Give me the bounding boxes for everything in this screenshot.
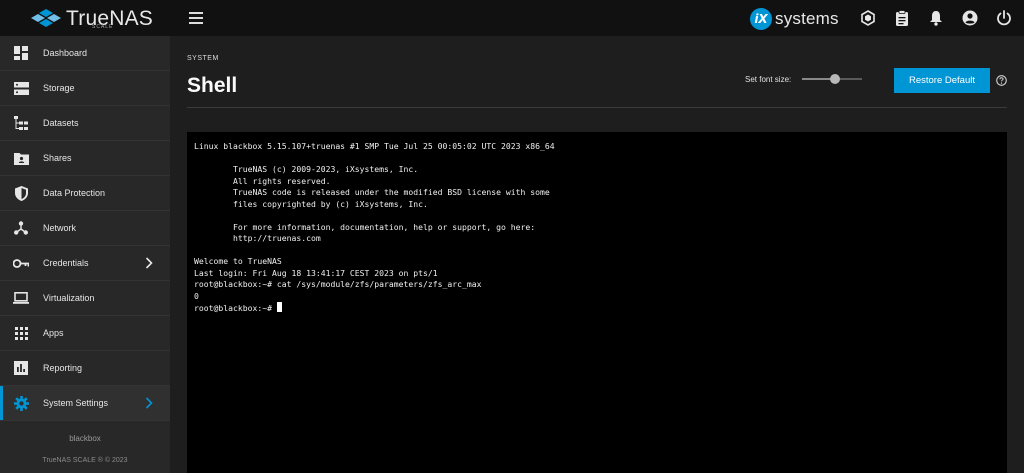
brand-sub: SCALE: [92, 24, 114, 30]
sidebar-item-network[interactable]: Network: [0, 211, 170, 246]
sidebar-item-label: Apps: [43, 328, 64, 338]
sidebar-item-label: Network: [43, 223, 77, 233]
menu-toggle-icon[interactable]: [189, 12, 203, 24]
power-icon[interactable]: [995, 10, 1012, 27]
terminal-line: Welcome to TrueNAS: [194, 256, 282, 266]
sidebar-item-reporting[interactable]: Reporting: [0, 351, 170, 386]
restore-default-button[interactable]: Restore Default: [894, 68, 990, 93]
help-icon[interactable]: [996, 75, 1007, 86]
jobs-clipboard-icon[interactable]: [893, 9, 910, 27]
terminal-line: For more information, documentation, hel…: [194, 221, 536, 232]
terminal[interactable]: Linux blackbox 5.15.107+truenas #1 SMP T…: [187, 132, 1007, 473]
ixsystems-logo[interactable]: iX systems: [750, 8, 839, 30]
truenas-logo-icon: [31, 9, 61, 27]
terminal-line: 0: [194, 290, 199, 301]
chevron-right-icon: [145, 397, 153, 409]
sidebar-item-label: Reporting: [43, 363, 83, 373]
sidebar-item-label: Data Protection: [43, 188, 106, 198]
apps-grid-icon: [13, 325, 29, 341]
laptop-icon: [13, 290, 29, 306]
ix-badge: iX: [750, 8, 772, 30]
sidebar-item-storage[interactable]: Storage: [0, 71, 170, 106]
dashboard-icon: [13, 45, 29, 61]
header-divider: [187, 107, 1007, 108]
terminal-line: Last login: Fri Aug 18 13:41:17 CEST 202…: [194, 267, 438, 278]
terminal-line: Linux blackbox 5.15.107+truenas #1 SMP T…: [194, 141, 555, 151]
account-circle-icon[interactable]: [961, 10, 978, 27]
sidebar-item-label: Virtualization: [43, 293, 95, 303]
sidebar-item-label: Dashboard: [43, 48, 88, 58]
sidebar-item-label: Shares: [43, 153, 72, 163]
shares-folder-icon: [13, 150, 29, 166]
terminal-line: TrueNAS (c) 2009-2023, iXsystems, Inc.: [194, 164, 419, 174]
sidebar-item-data-protection[interactable]: Data Protection: [0, 176, 170, 211]
font-size-slider[interactable]: [802, 74, 862, 84]
sidebar-item-label: System Settings: [43, 398, 109, 408]
font-size-label: Set font size:: [745, 75, 792, 84]
storage-icon: [13, 80, 29, 96]
sidebar-item-datasets[interactable]: Datasets: [0, 106, 170, 141]
sidebar-item-virtualization[interactable]: Virtualization: [0, 281, 170, 316]
terminal-prompt-line: root@blackbox:~#: [194, 302, 1000, 314]
sidebar-item-label: Storage: [43, 83, 75, 93]
terminal-prompt: root@blackbox:~#: [194, 303, 277, 313]
sidebar-item-label: Credentials: [43, 258, 89, 268]
sidebar-item-label: Datasets: [43, 118, 79, 128]
shield-icon: [13, 185, 29, 201]
terminal-line: files copyrighted by (c) iXsystems, Inc.: [194, 198, 428, 209]
terminal-output: Linux blackbox 5.15.107+truenas #1 SMP T…: [194, 141, 1000, 302]
gear-icon: [13, 395, 29, 411]
terminal-line: root@blackbox:~# cat /sys/module/zfs/par…: [194, 279, 482, 289]
breadcrumb[interactable]: SYSTEM: [187, 55, 219, 62]
bell-icon[interactable]: [927, 10, 944, 27]
reporting-chart-icon: [13, 360, 29, 376]
terminal-line: http://truenas.com: [194, 233, 321, 243]
copyright: TrueNAS SCALE ® © 2023: [42, 457, 128, 464]
terminal-cursor: [276, 302, 282, 312]
terminal-line: All rights reserved.: [194, 175, 331, 186]
datasets-icon: [13, 115, 29, 131]
truecommand-icon[interactable]: [859, 10, 876, 27]
sidebar-item-credentials[interactable]: Credentials: [0, 246, 170, 281]
sidebar-item-system-settings[interactable]: System Settings: [0, 386, 170, 421]
top-bar: TrueNAS SCALE iX systems: [0, 0, 1024, 36]
main-content: SYSTEM Shell Set font size: Restore Defa…: [170, 36, 1024, 473]
sidebar-item-shares[interactable]: Shares: [0, 141, 170, 176]
sidebar-item-dashboard[interactable]: Dashboard: [0, 36, 170, 71]
sidebar-item-apps[interactable]: Apps: [0, 316, 170, 351]
hostname: blackbox: [69, 434, 101, 443]
network-icon: [13, 220, 29, 236]
ix-name: systems: [775, 9, 839, 28]
key-icon: [13, 255, 29, 271]
terminal-line: TrueNAS code is released under the modif…: [194, 187, 550, 197]
chevron-right-icon: [145, 257, 153, 269]
slider-thumb[interactable]: [830, 74, 840, 84]
page-title: Shell: [187, 74, 238, 97]
sidebar: Dashboard Storage Datasets Shares Data P…: [0, 36, 170, 473]
truenas-logo[interactable]: TrueNAS SCALE: [0, 0, 170, 36]
